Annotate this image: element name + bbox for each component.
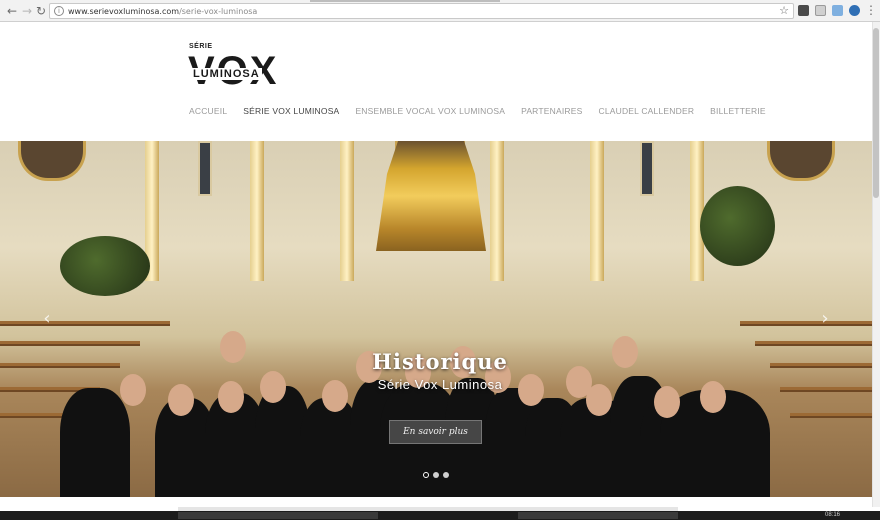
logo-luminosa-text: LUMINOSA	[191, 68, 262, 80]
bookmark-star-icon[interactable]: ☆	[779, 4, 789, 17]
church-painting	[767, 141, 835, 181]
extension-blue-icon[interactable]	[832, 5, 843, 16]
site-logo[interactable]: SÉRIE VOX LUMINOSA	[188, 43, 299, 95]
extension-shield-icon[interactable]	[798, 5, 809, 16]
browser-toolbar: ← → ↻ i www.serievoxluminosa.com/serie-v…	[0, 0, 880, 22]
golden-altar	[376, 141, 486, 251]
pew	[0, 341, 140, 346]
nav-item-claudel-callender[interactable]: CLAUDEL CALLENDER	[598, 105, 694, 119]
plant	[60, 236, 150, 296]
choir-member	[60, 388, 130, 497]
slider-dot[interactable]	[443, 472, 449, 478]
url-text[interactable]: www.serievoxluminosa.com/serie-vox-lumin…	[68, 6, 257, 17]
slider-dot[interactable]	[433, 472, 439, 478]
info-icon[interactable]: i	[54, 6, 64, 16]
back-icon[interactable]: ←	[5, 4, 19, 18]
pew	[0, 321, 170, 326]
reload-icon[interactable]: ↻	[34, 4, 48, 18]
church-window	[198, 141, 212, 196]
church-pillar	[490, 141, 504, 281]
nav-item-partenaires[interactable]: PARTENAIRES	[521, 105, 582, 119]
slider-prev-icon[interactable]: ‹	[40, 309, 54, 329]
slider-dots	[423, 472, 449, 478]
taskbar-clock: 08:16	[824, 512, 840, 518]
tab-indicator	[310, 0, 500, 2]
extension-page-icon[interactable]	[815, 5, 826, 16]
nav-item-billetterie[interactable]: BILLETTERIE	[710, 105, 766, 119]
nav-item-accueil[interactable]: ACCUEIL	[189, 105, 227, 119]
taskbar-button[interactable]	[178, 512, 378, 519]
url-path: /serie-vox-luminosa	[179, 7, 258, 16]
address-bar[interactable]: i www.serievoxluminosa.com/serie-vox-lum…	[49, 3, 794, 19]
url-host: www.serievoxluminosa.com	[68, 7, 180, 16]
slider-dot[interactable]	[423, 472, 429, 478]
plant	[700, 186, 775, 266]
church-window	[640, 141, 654, 196]
nav-item-ensemble-vocal[interactable]: ENSEMBLE VOCAL VOX LUMINOSA	[355, 105, 505, 119]
nav-item-serie-vox-luminosa[interactable]: SÉRIE VOX LUMINOSA	[243, 105, 339, 119]
slider-next-icon[interactable]: ›	[818, 309, 832, 329]
taskbar	[0, 511, 880, 520]
church-painting	[18, 141, 86, 181]
scrollbar-thumb[interactable]	[873, 28, 879, 198]
church-pillar	[340, 141, 354, 281]
hero-slider: ‹ › Historique Série Vox Luminosa En sav…	[0, 141, 872, 497]
extension-globe-icon[interactable]	[849, 5, 860, 16]
church-pillar	[590, 141, 604, 281]
hero-subtitle: Série Vox Luminosa	[377, 377, 503, 392]
pew	[740, 321, 872, 326]
hero-title: Historique	[372, 349, 508, 374]
taskbar-button[interactable]	[518, 512, 678, 519]
main-nav: ACCUEIL SÉRIE VOX LUMINOSA ENSEMBLE VOCA…	[189, 105, 782, 119]
pew	[790, 413, 872, 418]
pew	[755, 341, 872, 346]
forward-icon[interactable]: →	[20, 4, 34, 18]
en-savoir-plus-button[interactable]: En savoir plus	[389, 420, 482, 444]
church-pillar	[250, 141, 264, 281]
menu-icon[interactable]: ⋮	[864, 3, 878, 17]
